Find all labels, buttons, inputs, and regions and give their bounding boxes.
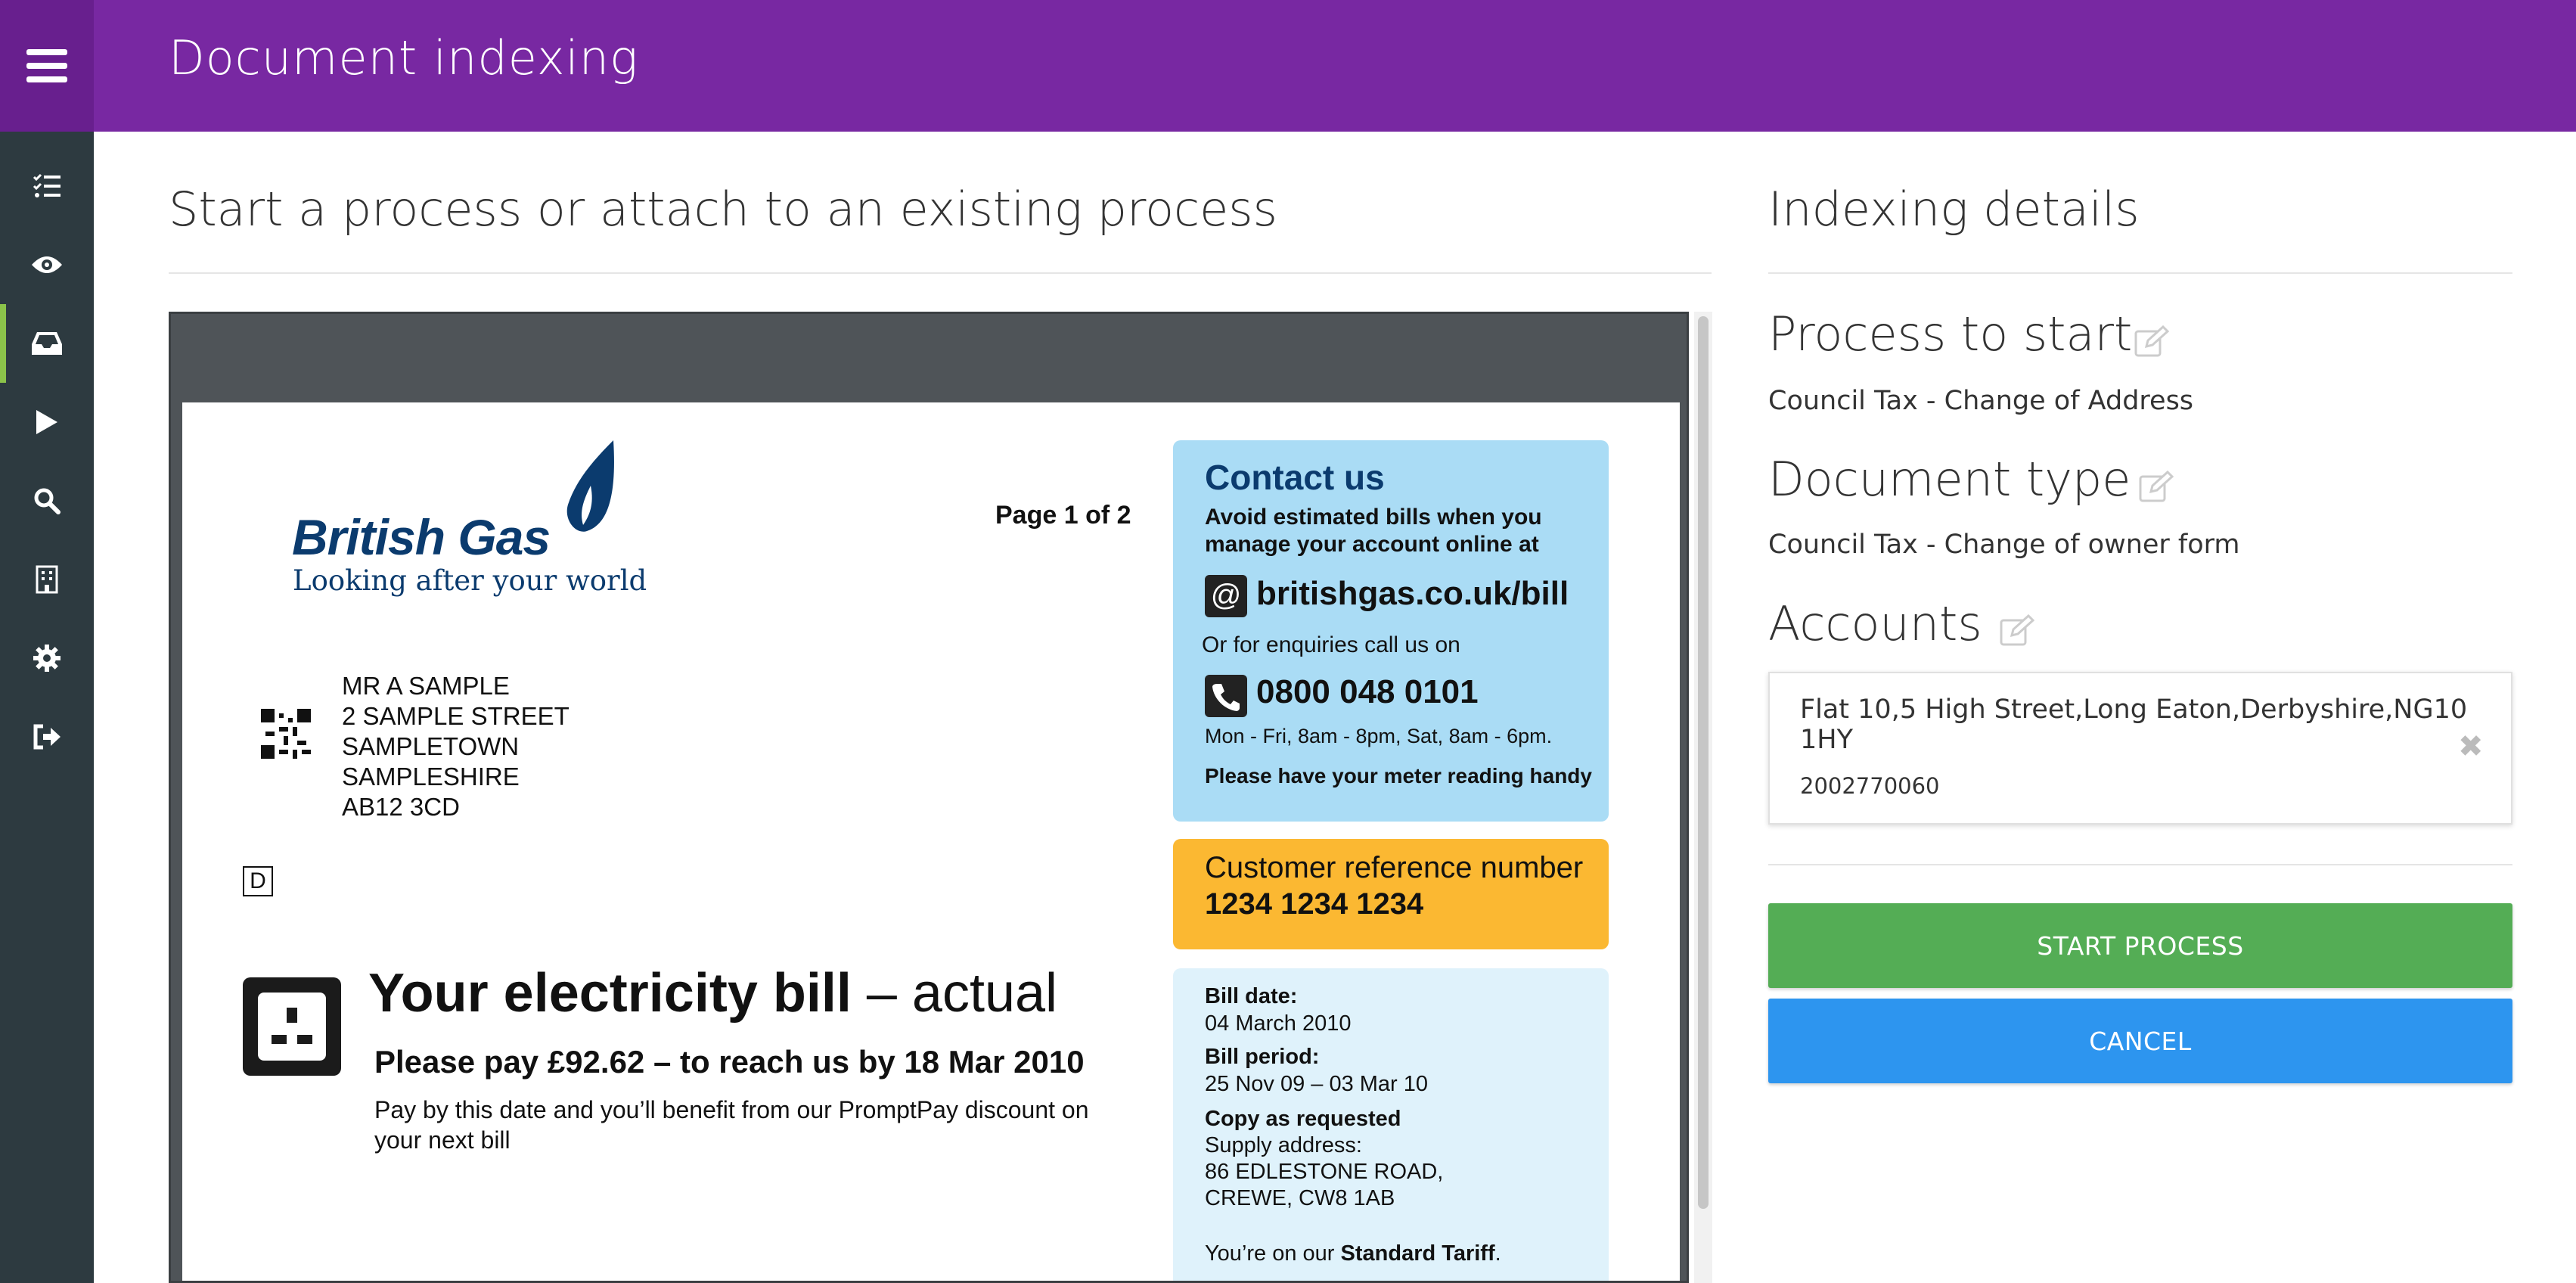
building-icon	[36, 565, 58, 594]
sidebar-item-inbox[interactable]	[0, 304, 94, 383]
bill-title-bold: Your electricity bill	[368, 963, 852, 1024]
supply-line: CREWE, CW8 1AB	[1205, 1186, 1395, 1210]
pay-note: Pay by this date and you’ll benefit from…	[374, 1096, 1089, 1154]
british-gas-tagline: Looking after your world	[293, 564, 647, 597]
address-line: MR A SAMPLE	[342, 672, 510, 700]
play-icon	[36, 410, 57, 434]
contact-meter-note: Please have your meter reading handy	[1205, 764, 1592, 788]
bill-period-label: Bill period:	[1205, 1045, 1320, 1069]
sidebar-item-settings[interactable]	[0, 619, 94, 697]
sidebar-item-view[interactable]	[0, 225, 94, 304]
scrollbar-thumb[interactable]	[1698, 316, 1709, 1209]
tariff-line: You’re on our Standard Tariff.	[1205, 1241, 1501, 1267]
accounts-title: Accounts	[1768, 596, 1982, 651]
contact-line: Avoid estimated bills when you manage yo…	[1205, 505, 1542, 557]
search-icon	[34, 488, 61, 514]
address-line: SAMPLETOWN	[342, 732, 520, 760]
main-heading: Start a process or attach to an existing…	[169, 182, 1277, 237]
bill-details-box: Bill date: 04 March 2010 Bill period: 25…	[1173, 968, 1609, 1281]
remove-account-icon[interactable]: ✖	[2458, 729, 2484, 764]
address-line: SAMPLESHIRE	[342, 763, 520, 791]
sidebar-item-run[interactable]	[0, 383, 94, 461]
document-viewer[interactable]: British Gas Looking after your world Pag…	[169, 312, 1689, 1283]
app-title: Document indexing	[169, 30, 639, 85]
bill-date-label: Bill date:	[1205, 984, 1298, 1008]
document-type-value: Council Tax - Change of owner form	[1768, 530, 2240, 560]
account-card[interactable]: Flat 10,5 High Street,Long Eaton,Derbysh…	[1768, 672, 2512, 825]
bill-title-rest: – actual	[851, 963, 1058, 1024]
contact-hours: Mon - Fri, 8am - 8pm, Sat, 8am - 6pm.	[1205, 725, 1553, 747]
divider	[169, 272, 1712, 274]
sidebar-item-organisation[interactable]	[0, 540, 94, 619]
edit-process-icon[interactable]	[2134, 325, 2169, 357]
d-mark: D	[243, 866, 273, 896]
indexing-heading: Indexing details	[1768, 182, 2140, 237]
supply-line: 86 EDLESTONE ROAD,	[1205, 1160, 1444, 1184]
divider	[1768, 272, 2512, 274]
electricity-socket-icon	[243, 977, 341, 1076]
viewer-scrollbar[interactable]	[1694, 312, 1712, 1283]
contact-title: Contact us	[1205, 458, 1385, 497]
sidebar-item-logout[interactable]	[0, 697, 94, 776]
contact-phone: 0800 048 0101	[1256, 673, 1479, 710]
tariff-prefix: You’re on our	[1205, 1241, 1341, 1266]
process-value: Council Tax - Change of Address	[1768, 386, 2194, 416]
contact-enquiries: Or for enquiries call us on	[1202, 632, 1460, 657]
supply-label: Supply address:	[1205, 1133, 1362, 1157]
account-number: 2002770060	[1800, 773, 1940, 799]
edit-document-type-icon[interactable]	[2139, 471, 2174, 502]
reference-label: Customer reference number	[1205, 851, 1584, 884]
at-icon: @	[1205, 575, 1247, 617]
bill-date: 04 March 2010	[1205, 1011, 1352, 1036]
recipient-address: MR A SAMPLE 2 SAMPLE STREET SAMPLETOWN S…	[342, 671, 570, 822]
edit-accounts-icon[interactable]	[2000, 614, 2034, 646]
tariff-name: Standard Tariff	[1340, 1241, 1495, 1266]
tariff-suffix: .	[1494, 1241, 1501, 1266]
sidebar	[0, 132, 94, 1283]
top-bar: Document indexing	[0, 0, 2576, 132]
sidebar-item-search[interactable]	[0, 461, 94, 540]
menu-button[interactable]	[0, 0, 94, 132]
pay-line: Please pay £92.62 – to reach us by 18 Ma…	[374, 1044, 1085, 1080]
start-process-button[interactable]: START PROCESS	[1768, 903, 2512, 988]
sign-out-icon	[33, 724, 61, 750]
bill-title: Your electricity bill – actual	[368, 962, 1057, 1024]
process-title: Process to start	[1768, 306, 2133, 362]
phone-icon	[1205, 675, 1247, 717]
contact-box: Contact us Avoid estimated bills when yo…	[1173, 440, 1609, 822]
inbox-icon	[32, 332, 62, 355]
british-gas-flame-logo	[566, 440, 614, 532]
address-line: 2 SAMPLE STREET	[342, 702, 570, 730]
page-count: Page 1 of 2	[995, 501, 1131, 530]
divider	[1768, 864, 2512, 865]
address-line: AB12 3CD	[342, 793, 460, 821]
bill-period: 25 Nov 09 – 03 Mar 10	[1205, 1072, 1429, 1096]
customer-reference-box: Customer reference number 1234 1234 1234	[1173, 839, 1609, 949]
british-gas-logo-text: British Gas	[292, 509, 551, 565]
hamburger-icon	[26, 49, 67, 82]
qr-code	[261, 709, 311, 759]
reference-number: 1234 1234 1234	[1205, 887, 1424, 921]
gear-icon	[33, 645, 61, 672]
copy-label: Copy as requested	[1205, 1107, 1401, 1131]
contact-website: britishgas.co.uk/bill	[1256, 575, 1569, 612]
task-list-icon	[33, 173, 61, 197]
account-address: Flat 10,5 High Street,Long Eaton,Derbysh…	[1800, 694, 2468, 755]
eye-icon	[32, 256, 62, 273]
document-type-title: Document type	[1768, 452, 2131, 507]
sidebar-item-tasks[interactable]	[0, 147, 94, 225]
document-page: British Gas Looking after your world Pag…	[182, 402, 1680, 1281]
cancel-button[interactable]: CANCEL	[1768, 999, 2512, 1083]
